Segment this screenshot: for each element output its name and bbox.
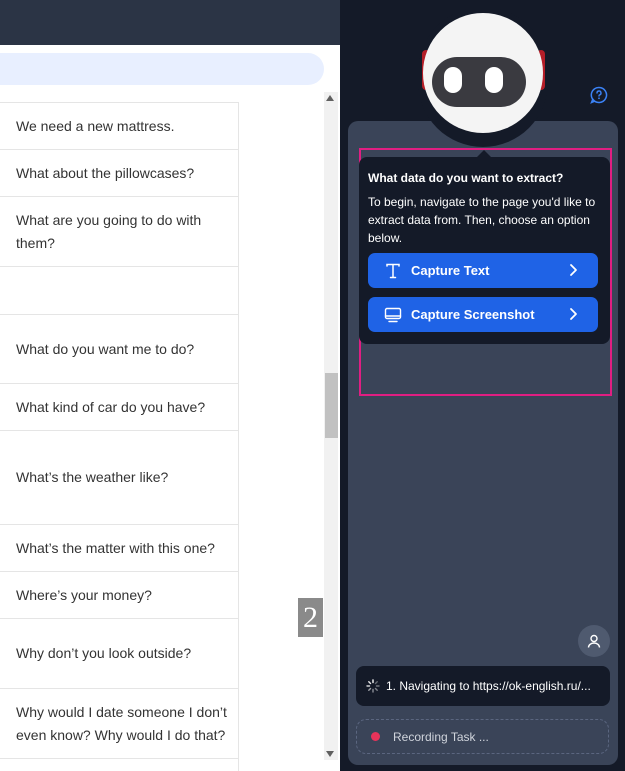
- list-item-text: What’s the weather like?: [16, 469, 169, 485]
- list-item-text: We need a new mattress.: [16, 117, 175, 134]
- recording-label: Recording Task ...: [393, 729, 489, 744]
- list-item[interactable]: What kind of car do you have?: [0, 384, 238, 431]
- sentence-list: We need a new mattress. What about the pi…: [0, 102, 238, 759]
- list-item-text: What do you want me to do?: [16, 340, 195, 357]
- user-icon: [587, 634, 601, 648]
- browser-topbar: [0, 0, 340, 45]
- chevron-right-icon: [570, 308, 577, 320]
- list-item[interactable]: What’s the weather like?: [0, 431, 238, 525]
- webpage: We need a new mattress. What about the pi…: [0, 0, 340, 771]
- robot-eye-right-icon: [485, 67, 503, 93]
- monitor-icon: [384, 306, 402, 324]
- robot-eye-left-icon: [444, 67, 462, 93]
- list-item-text: Where’s your money?: [16, 586, 152, 603]
- list-item-text: What are you going to do with them?: [16, 211, 202, 251]
- capture-text-button[interactable]: Capture Text: [368, 253, 598, 288]
- status-text: 1. Navigating to https://ok-english.ru/.…: [386, 679, 591, 693]
- list-item[interactable]: [0, 267, 238, 315]
- text-type-icon: [384, 262, 402, 280]
- list-item[interactable]: Why don’t you look outside?: [0, 619, 238, 689]
- list-item-text: What kind of car do you have?: [16, 398, 206, 415]
- recording-indicator[interactable]: Recording Task ...: [356, 719, 609, 754]
- list-item-text: What about the pillowcases?: [16, 164, 195, 181]
- user-profile-button[interactable]: [578, 625, 610, 657]
- list-item[interactable]: Where’s your money?: [0, 572, 238, 619]
- search-bar[interactable]: [0, 53, 324, 85]
- popup-description: To begin, navigate to the page you'd lik…: [368, 195, 596, 245]
- scroll-down-arrow-icon[interactable]: [326, 751, 334, 757]
- task-status-bar: 1. Navigating to https://ok-english.ru/.…: [356, 666, 610, 706]
- capture-screenshot-label: Capture Screenshot: [411, 307, 535, 322]
- scroll-up-arrow-icon[interactable]: [326, 95, 334, 101]
- list-item[interactable]: We need a new mattress.: [0, 103, 238, 150]
- popup-pointer: [476, 150, 492, 158]
- list-item-text: Why don’t you look outside?: [16, 645, 192, 661]
- list-item[interactable]: Why would I date someone I don’t even kn…: [0, 689, 238, 759]
- list-item[interactable]: What do you want me to do?: [0, 315, 238, 384]
- chevron-right-icon: [570, 264, 577, 276]
- list-item-text: What’s the matter with this one?: [16, 539, 215, 556]
- recording-dot-icon: [371, 732, 380, 741]
- list-item[interactable]: What are you going to do with them?: [0, 197, 238, 267]
- scrollbar-thumb[interactable]: [325, 373, 338, 438]
- help-chat-icon[interactable]: [590, 86, 608, 104]
- capture-screenshot-button[interactable]: Capture Screenshot: [368, 297, 598, 332]
- capture-text-label: Capture Text: [411, 263, 490, 278]
- page-number-badge[interactable]: 2: [298, 598, 323, 637]
- popup-title: What data do you want to extract?: [368, 171, 564, 185]
- loading-spinner-icon: [366, 679, 380, 693]
- list-item-text: Why would I date someone I don’t even kn…: [16, 703, 227, 743]
- column-divider: [238, 102, 239, 771]
- list-item[interactable]: What’s the matter with this one?: [0, 525, 238, 572]
- list-item[interactable]: What about the pillowcases?: [0, 150, 238, 197]
